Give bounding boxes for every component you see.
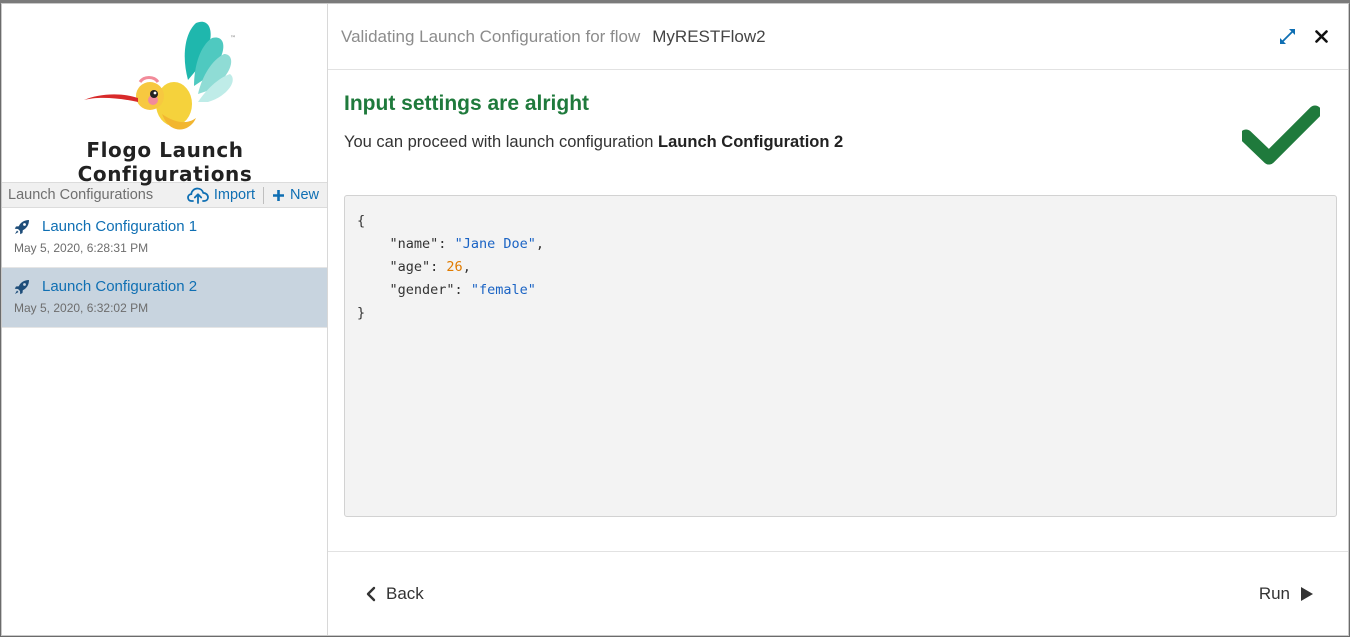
json-key: "name" (389, 236, 439, 252)
status-message-text: You can proceed with launch configuratio… (344, 133, 654, 151)
plus-icon (272, 189, 284, 201)
config-list: Launch Configuration 1 May 5, 2020, 6:28… (2, 208, 327, 635)
json-value: 26 (446, 259, 463, 275)
sidebar: ™ Flogo Launch Configurations Launch Con… (2, 4, 328, 635)
rocket-icon (14, 279, 29, 294)
json-key: "age" (389, 259, 431, 275)
header-prefix: Validating Launch Configuration for flow (341, 26, 641, 46)
new-label: New (289, 187, 319, 203)
list-item-selected[interactable]: Launch Configuration 2 May 5, 2020, 6:32… (2, 268, 327, 328)
config-date: May 5, 2020, 6:28:31 PM (14, 241, 149, 255)
json-line: "age": 26, (389, 259, 471, 275)
svg-text:™: ™ (230, 35, 236, 42)
main-panel: Validating Launch Configuration for flow… (328, 4, 1348, 635)
launch-config-dialog: ™ Flogo Launch Configurations Launch Con… (1, 3, 1349, 636)
main-header: Validating Launch Configuration for flow… (328, 4, 1348, 70)
logo-area: ™ Flogo Launch Configurations (2, 4, 327, 186)
expand-icon (1279, 29, 1295, 44)
import-button[interactable]: Import (179, 186, 263, 204)
new-button[interactable]: New (264, 187, 327, 203)
list-item[interactable]: Launch Configuration 1 May 5, 2020, 6:28… (2, 208, 327, 268)
hummingbird-logo: ™ (84, 21, 236, 130)
json-sep: , (535, 236, 544, 252)
back-button[interactable]: Back (366, 584, 424, 604)
config-name: Launch Configuration 2 (42, 278, 198, 295)
json-open-brace: { (357, 213, 366, 229)
chevron-left-icon (366, 586, 376, 602)
config-name: Launch Configuration 1 (42, 218, 198, 235)
import-label: Import (213, 187, 255, 203)
rocket-icon (14, 219, 29, 234)
status-title: Input settings are alright (344, 92, 590, 115)
json-sep: , (462, 259, 471, 275)
run-button[interactable]: Run (1259, 584, 1314, 604)
run-label: Run (1258, 584, 1290, 603)
config-date: May 5, 2020, 6:32:02 PM (14, 301, 149, 315)
json-key: "gender" (389, 282, 455, 298)
expand-button[interactable] (1276, 26, 1298, 48)
back-label: Back (386, 584, 424, 603)
cloud-upload-icon (186, 187, 209, 204)
play-icon (1301, 587, 1313, 601)
close-button[interactable] (1310, 26, 1332, 48)
json-preview: { "name": "Jane Doe", "age": 26, "gender… (344, 195, 1337, 517)
status-message: You can proceed with launch configuratio… (344, 133, 843, 152)
footer: Back Run (328, 551, 1348, 637)
json-line: "name": "Jane Doe", (389, 236, 544, 252)
close-icon (1314, 30, 1328, 43)
status-config-name: Launch Configuration 2 (658, 133, 844, 151)
toolbar-label: Launch Configurations (8, 187, 154, 203)
json-line: "gender": "female" (389, 282, 536, 298)
json-close-brace: } (357, 305, 366, 321)
json-value: "female" (470, 282, 536, 298)
flow-name: MyRESTFlow2 (652, 26, 766, 46)
sidebar-title: Flogo Launch Configurations (77, 138, 253, 186)
checkmark-icon (1242, 105, 1320, 165)
json-value: "Jane Doe" (454, 236, 536, 252)
